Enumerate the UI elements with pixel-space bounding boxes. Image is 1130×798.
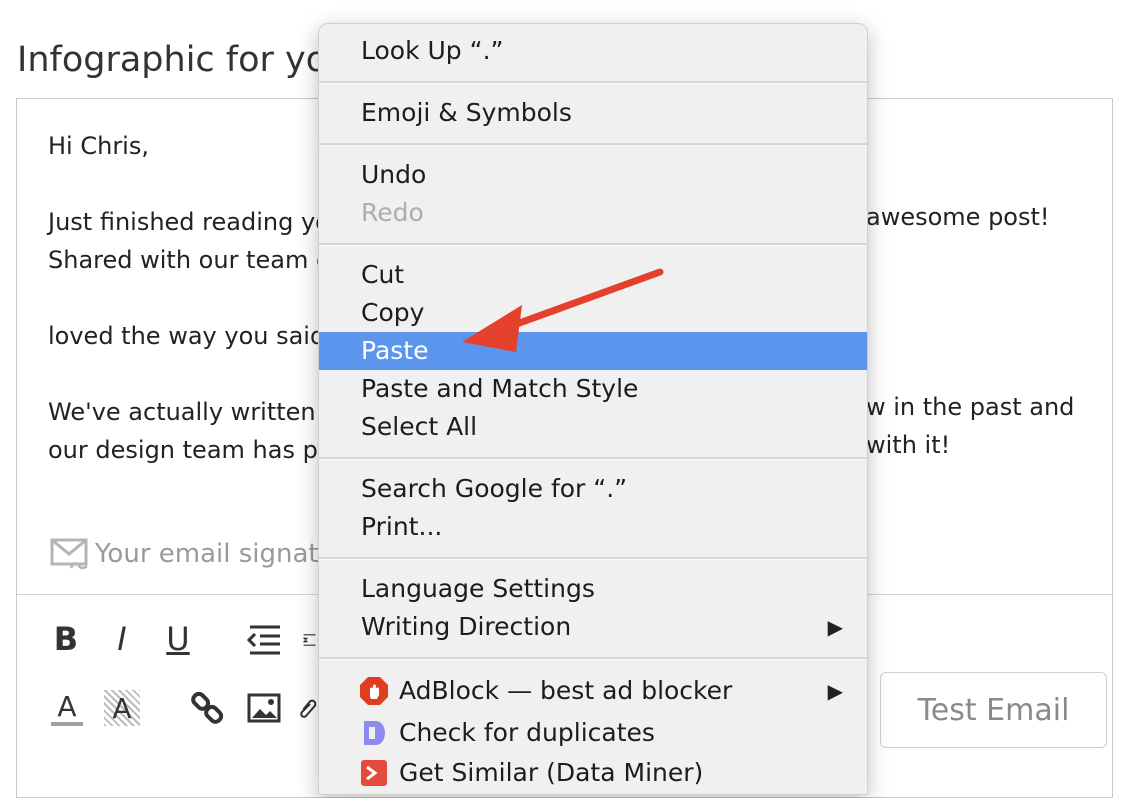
outdent-icon[interactable] (244, 622, 284, 658)
menu-item-cut[interactable]: Cut (319, 256, 867, 294)
email-subject: Infographic for yo (17, 40, 328, 80)
menu-item-writing-direction[interactable]: Writing Direction ▶ (319, 608, 867, 646)
italic-icon[interactable]: I (106, 618, 138, 660)
menu-item-label: Writing Direction (361, 612, 572, 641)
menu-item-emoji[interactable]: Emoji & Symbols (319, 94, 867, 132)
menu-item-paste-match-style[interactable]: Paste and Match Style (319, 370, 867, 408)
menu-item-paste[interactable]: Paste (319, 332, 867, 370)
context-menu: Look Up “.” Emoji & Symbols Undo Redo Cu… (318, 23, 868, 795)
menu-item-label: Check for duplicates (399, 718, 655, 747)
highlight-icon[interactable]: A (104, 690, 140, 726)
menu-item-look-up[interactable]: Look Up “.” (319, 32, 867, 70)
menu-item-language-settings[interactable]: Language Settings (319, 570, 867, 608)
menu-separator (319, 457, 867, 460)
duplicates-icon (359, 718, 389, 748)
indent-icon[interactable] (302, 622, 318, 658)
body-fragment: with it! (866, 431, 951, 459)
menu-separator (319, 657, 867, 660)
bold-icon[interactable]: B (50, 618, 82, 660)
menu-item-label: AdBlock — best ad blocker (399, 676, 733, 705)
submenu-arrow-icon: ▶ (827, 679, 843, 703)
attach-icon[interactable] (298, 690, 318, 726)
test-email-button[interactable]: Test Email (880, 672, 1107, 748)
underline-icon[interactable]: U (160, 618, 196, 660)
menu-item-undo[interactable]: Undo (319, 156, 867, 194)
signature-placeholder-text: Your email signatu (95, 539, 336, 569)
link-icon[interactable] (190, 690, 226, 726)
menu-separator (319, 557, 867, 560)
menu-item-adblock[interactable]: AdBlock — best ad blocker ▶ (319, 672, 867, 710)
signature-icon (50, 538, 88, 570)
menu-item-copy[interactable]: Copy (319, 294, 867, 332)
body-fragment: awesome post! (866, 203, 1050, 231)
menu-separator (319, 243, 867, 246)
menu-separator (319, 143, 867, 146)
menu-item-print[interactable]: Print... (319, 508, 867, 546)
menu-item-label: Get Similar (Data Miner) (399, 758, 704, 787)
menu-separator (319, 81, 867, 84)
text-color-icon[interactable]: A (50, 688, 84, 730)
menu-item-search-google[interactable]: Search Google for “.” (319, 470, 867, 508)
adblock-icon (359, 676, 389, 706)
menu-item-get-similar[interactable]: Get Similar (Data Miner) (319, 754, 867, 792)
data-miner-icon (359, 758, 389, 788)
image-icon[interactable] (246, 692, 282, 724)
menu-item-redo: Redo (361, 198, 424, 227)
body-fragment: w in the past and (866, 393, 1075, 421)
signature-placeholder[interactable]: Your email signatu (49, 534, 335, 574)
menu-item-select-all[interactable]: Select All (319, 408, 867, 446)
submenu-arrow-icon: ▶ (827, 615, 843, 639)
menu-item-check-duplicates[interactable]: Check for duplicates (319, 714, 867, 752)
